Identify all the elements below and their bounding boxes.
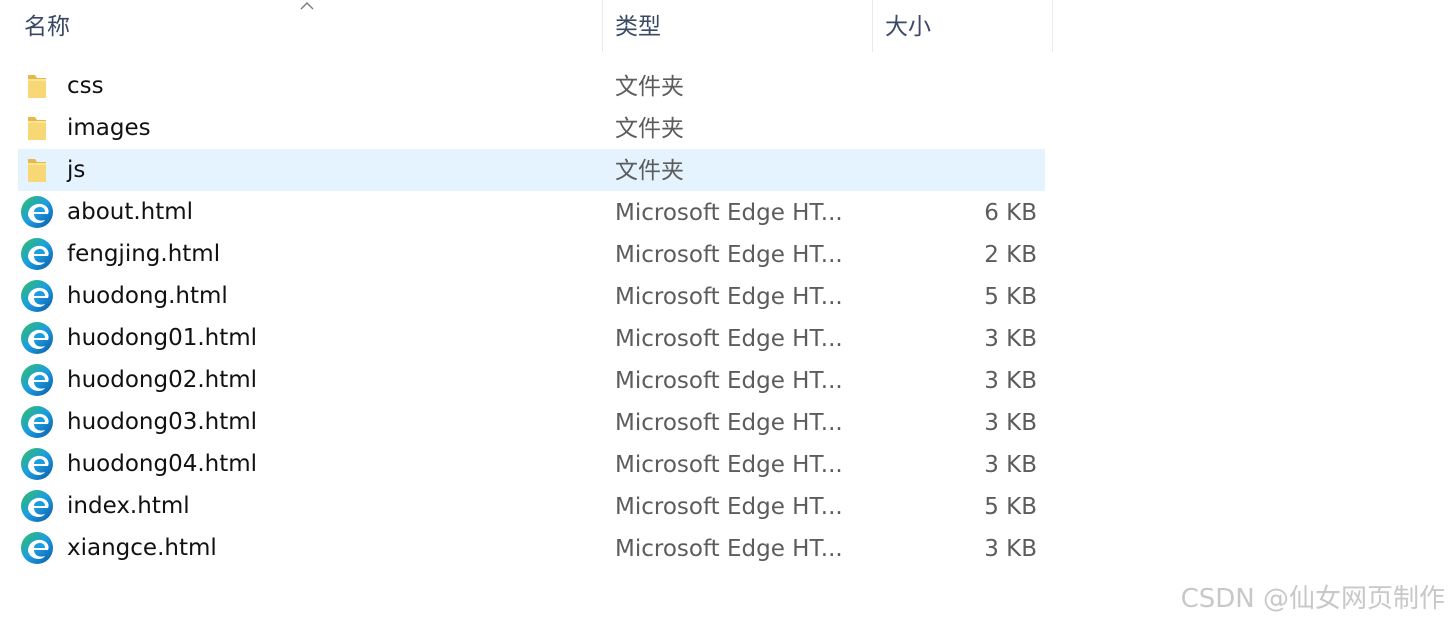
file-type: Microsoft Edge HT... [615, 200, 843, 226]
file-list: css 文件夹 images 文件夹 js 文件夹 about.html Microsoft … [0, 65, 1053, 569]
file-size: 3 KB [984, 368, 1037, 394]
edge-icon [20, 363, 54, 397]
file-type: Microsoft Edge HT... [615, 494, 843, 520]
file-name: css [67, 73, 104, 99]
file-name: huodong04.html [67, 451, 258, 477]
file-row[interactable]: about.html Microsoft Edge HT... 6 KB [0, 191, 1046, 233]
file-row[interactable]: huodong02.html Microsoft Edge HT... 3 KB [0, 359, 1046, 401]
file-type: 文件夹 [615, 158, 684, 184]
file-name-cell: fengjing.html [20, 233, 220, 275]
file-size: 6 KB [984, 200, 1037, 226]
file-type: Microsoft Edge HT... [615, 284, 843, 310]
file-name-cell: css [20, 65, 104, 107]
file-row[interactable]: huodong01.html Microsoft Edge HT... 3 KB [0, 317, 1046, 359]
folder-icon [20, 153, 54, 187]
file-name-cell: index.html [20, 485, 190, 527]
file-type: Microsoft Edge HT... [615, 242, 843, 268]
file-name-cell: huodong01.html [20, 317, 257, 359]
file-name-cell: xiangce.html [20, 527, 217, 569]
file-name: images [67, 115, 151, 141]
file-name: huodong03.html [67, 409, 258, 435]
file-name-cell: huodong03.html [20, 401, 257, 443]
file-row[interactable]: xiangce.html Microsoft Edge HT... 3 KB [0, 527, 1046, 569]
file-type: Microsoft Edge HT... [615, 410, 843, 436]
file-row[interactable]: js 文件夹 [18, 149, 1045, 191]
file-name: huodong02.html [67, 367, 258, 393]
file-row[interactable]: huodong04.html Microsoft Edge HT... 3 KB [0, 443, 1046, 485]
file-name: huodong.html [67, 283, 228, 309]
file-type: Microsoft Edge HT... [615, 536, 843, 562]
file-row[interactable]: images 文件夹 [0, 107, 1046, 149]
file-type: 文件夹 [615, 74, 684, 100]
edge-icon [20, 531, 54, 565]
file-name: xiangce.html [67, 535, 217, 561]
edge-icon [20, 279, 54, 313]
file-size: 3 KB [984, 536, 1037, 562]
file-name: about.html [67, 199, 194, 225]
edge-icon [20, 195, 54, 229]
file-name: huodong01.html [67, 325, 258, 351]
column-header-type[interactable]: 类型 [602, 0, 872, 52]
edge-icon [20, 237, 54, 271]
column-header-name[interactable]: 名称 [12, 0, 602, 52]
file-size: 3 KB [984, 452, 1037, 478]
edge-icon [20, 405, 54, 439]
edge-icon [20, 447, 54, 481]
folder-icon [20, 69, 54, 103]
file-name-cell: about.html [20, 191, 193, 233]
file-row[interactable]: huodong.html Microsoft Edge HT... 5 KB [0, 275, 1046, 317]
file-name-cell: js [20, 149, 85, 191]
edge-icon [20, 489, 54, 523]
file-name: fengjing.html [67, 241, 221, 267]
file-size: 3 KB [984, 410, 1037, 436]
file-size: 5 KB [984, 284, 1037, 310]
file-type: Microsoft Edge HT... [615, 452, 843, 478]
file-type: Microsoft Edge HT... [615, 368, 843, 394]
file-type: Microsoft Edge HT... [615, 326, 843, 352]
file-type: 文件夹 [615, 116, 684, 142]
file-row[interactable]: index.html Microsoft Edge HT... 5 KB [0, 485, 1046, 527]
column-header-size[interactable]: 大小 [872, 0, 1053, 52]
file-size: 3 KB [984, 326, 1037, 352]
file-name-cell: huodong04.html [20, 443, 257, 485]
file-name-cell: images [20, 107, 151, 149]
folder-icon [20, 111, 54, 145]
file-row[interactable]: huodong03.html Microsoft Edge HT... 3 KB [0, 401, 1046, 443]
edge-icon [20, 321, 54, 355]
file-row[interactable]: fengjing.html Microsoft Edge HT... 2 KB [0, 233, 1046, 275]
file-size: 5 KB [984, 494, 1037, 520]
file-name-cell: huodong.html [20, 275, 228, 317]
file-name-cell: huodong02.html [20, 359, 257, 401]
column-header-bar: 名称 类型 大小 [0, 0, 1053, 52]
watermark: CSDN @仙女网页制作 [1180, 584, 1445, 614]
file-size: 2 KB [984, 242, 1037, 268]
file-name: js [67, 157, 86, 183]
file-row[interactable]: css 文件夹 [0, 65, 1046, 107]
file-name: index.html [67, 493, 190, 519]
